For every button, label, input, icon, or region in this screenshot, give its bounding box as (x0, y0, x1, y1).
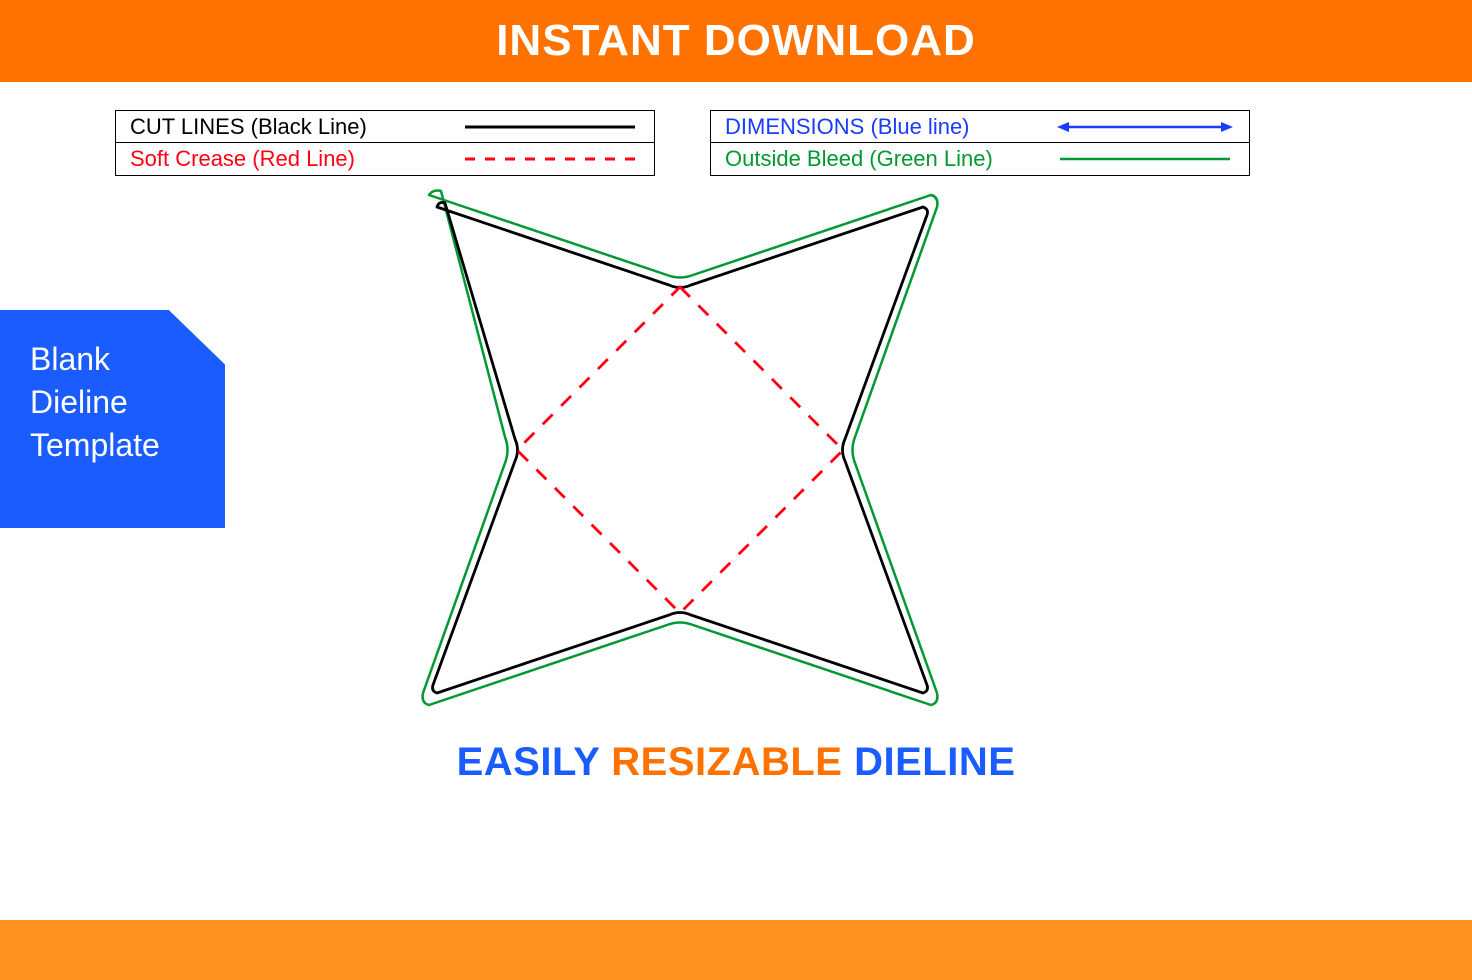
legend-container: CUT LINES (Black Line) Soft Crease (Red … (115, 110, 1250, 176)
legend-symbol-bleed (1055, 149, 1235, 169)
header-title: INSTANT DOWNLOAD (496, 16, 976, 66)
badge-line1: Blank (30, 338, 205, 381)
legend-label-crease: Soft Crease (Red Line) (130, 146, 460, 172)
tagline: EASILY RESIZABLE DIELINE (0, 740, 1472, 785)
badge-blank-dieline: Blank Dieline Template (0, 310, 225, 528)
footer-banner (0, 920, 1472, 980)
legend-symbol-cut (460, 117, 640, 137)
legend-left: CUT LINES (Black Line) Soft Crease (Red … (115, 110, 655, 176)
legend-right: DIMENSIONS (Blue line) Outside Bleed (Gr… (710, 110, 1250, 176)
tagline-word1: EASILY (457, 740, 600, 784)
badge-line3: Template (30, 424, 205, 467)
legend-symbol-dimensions (1055, 117, 1235, 137)
tagline-word2: RESIZABLE (611, 740, 842, 784)
dieline-diagram (415, 185, 945, 715)
legend-symbol-crease (460, 149, 640, 169)
legend-row-bleed: Outside Bleed (Green Line) (711, 143, 1249, 175)
legend-row-cut: CUT LINES (Black Line) (116, 111, 654, 143)
header-banner: INSTANT DOWNLOAD (0, 0, 1472, 82)
legend-row-crease: Soft Crease (Red Line) (116, 143, 654, 175)
legend-label-cut: CUT LINES (Black Line) (130, 114, 460, 140)
tagline-word3: DIELINE (854, 740, 1015, 784)
legend-label-dimensions: DIMENSIONS (Blue line) (725, 114, 1055, 140)
legend-row-dimensions: DIMENSIONS (Blue line) (711, 111, 1249, 143)
legend-label-bleed: Outside Bleed (Green Line) (725, 146, 1055, 172)
badge-line2: Dieline (30, 381, 205, 424)
